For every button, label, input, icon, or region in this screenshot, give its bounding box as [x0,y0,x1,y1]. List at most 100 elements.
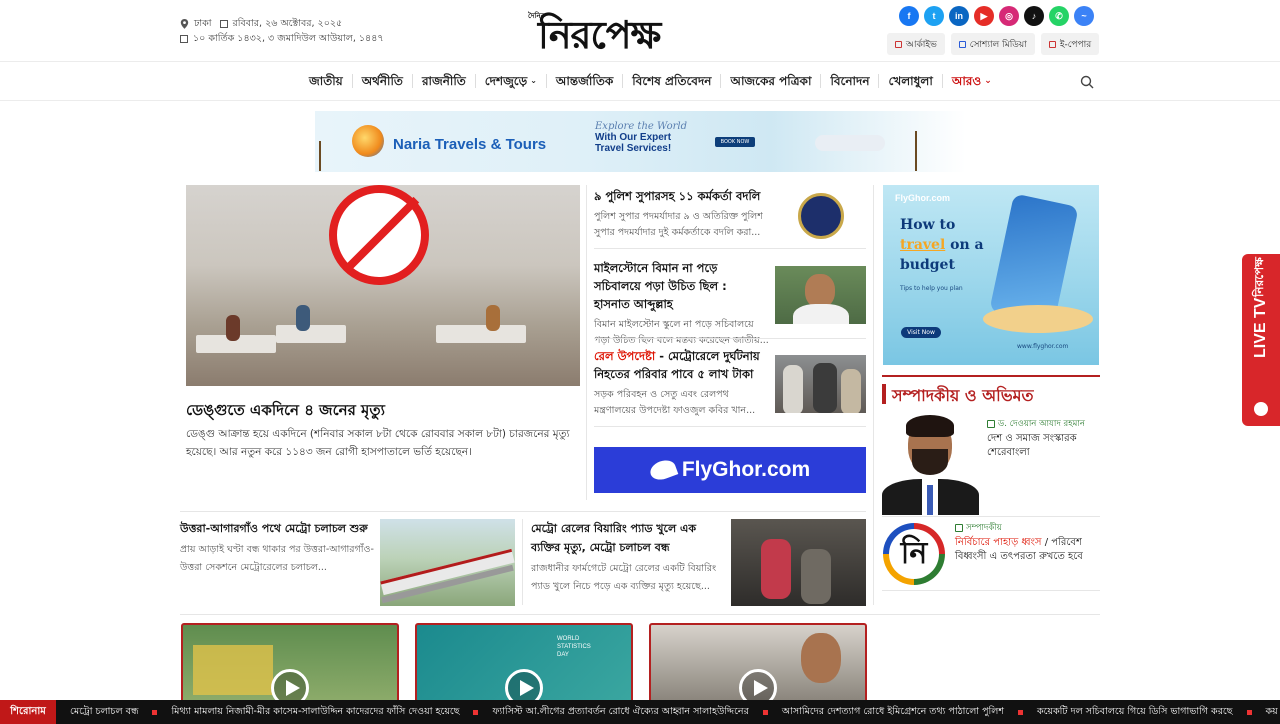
social-media-button[interactable]: সোশ্যাল মিডিয়া [950,33,1035,55]
flyghor-side-ad[interactable]: FlyGhor.com How to travel on a budget Tips… [883,185,1099,365]
archive-button[interactable]: আর্কাইভ [887,33,945,55]
play-icon[interactable] [271,669,309,701]
nav-entertainment[interactable]: বিনোদন [821,74,880,88]
date-english: রবিবার, ২৬ অক্টোবর, ২০২৫ [232,18,343,29]
news-title[interactable]: মেট্রো রেলের বিয়ারিং প্যাড খুলে এক ব্যক… [531,519,723,557]
editorial-title[interactable]: নির্বিচারে পাহাড় ধ্বংস / পরিবেশ বিধ্বংস… [955,536,1100,564]
news-thumbnail[interactable] [775,187,866,245]
lead-story-summary: ডেঙ্গু আক্রান্ত হয়ে একদিনে (শনিবার সকাল… [186,428,570,458]
person-portrait [805,274,835,308]
ad-logo: FlyGhor.com [895,193,951,203]
divider [882,516,1100,517]
youtube-icon[interactable]: ▶ [974,6,994,26]
list-item[interactable]: মাইলস্টোনে বিমান না পড়ে সচিবালয়ে পড়া … [594,259,866,349]
editorial-title[interactable]: দেশ ও সমাজ সংস্কারক শেরেবাংলা [987,432,1102,460]
travel-ad-banner[interactable]: Naria Travels & Tours Explore the World W… [315,111,966,172]
ticker-item[interactable]: মেট্রো চলাচল বন্ধ [58,705,150,720]
linkedin-icon[interactable]: in [949,6,969,26]
palm-tree-icon [915,131,939,171]
news-summary: রাজধানীর ফার্মগেটে মেট্রো রেলের একটি বিয… [531,563,717,592]
list-item[interactable]: ৯ পুলিশ সুপারসহ ১১ কর্মকর্তা বদলি পুলিশ … [594,187,866,245]
social-links: f t in ▶ ◎ ♪ ✆ ~ [899,6,1094,26]
live-tv-label: LIVE TV [1252,297,1269,358]
news-thumbnail[interactable] [775,266,866,324]
hospital-bed [276,325,346,343]
list-item[interactable]: মেট্রো রেলের বিয়ারিং প্যাড খুলে এক ব্যক… [531,519,871,606]
person [841,369,861,413]
nav-more[interactable]: আরও ⌄ [943,74,1001,88]
facebook-icon[interactable]: f [899,6,919,26]
pen-icon [987,420,995,428]
person [296,305,310,331]
column-divider [873,185,874,605]
nav-politics[interactable]: রাজনীতি [413,74,476,88]
messenger-icon[interactable]: ~ [1074,6,1094,26]
editorial-item[interactable]: ড. দেওয়ান আযাদ রহমান দেশ ও সমাজ সংস্কার… [987,418,1102,460]
tiktok-icon[interactable]: ♪ [1024,6,1044,26]
news-summary: বিমান মাইলস্টোন স্কুলে না পড়ে সচিবালয়ে… [594,319,769,346]
author-name: সম্পাদকীয় [966,523,1002,533]
person [226,315,240,341]
ticker-item[interactable]: ফ্যাসিস্ট আ.লীগের প্রত্যাবর্তন রোধে ঐক্য… [480,705,760,720]
news-thumbnail[interactable] [775,355,866,413]
video-thumbnail: WORLD STATISTICS DAY [557,636,591,658]
nav-today-paper[interactable]: আজকের পত্রিকা [721,74,822,88]
island-illustration [983,305,1093,333]
editorial-section-header: সম্পাদকীয় ও অভিমত [882,375,1100,407]
nav-national[interactable]: জাতীয় [300,74,353,88]
editorial-logo[interactable]: নি [883,523,945,585]
ticker-item[interactable]: আসামিদের দেশত্যাগ রোধে ইমিগ্রেশনে তথ্য প… [770,705,1016,720]
site-header: ঢাকা রবিবার, ২৬ অক্টোবর, ২০২৫ ১০ কার্তিক … [0,0,1280,62]
nav-sports[interactable]: খেলাধুলা [879,74,943,88]
record-dot-icon [1254,402,1268,416]
airplane-icon [815,135,885,151]
live-tv-button[interactable]: নিরপেক্ষ LIVE TV [1242,254,1280,426]
ticker-item[interactable]: কয় [1254,705,1280,720]
separator-icon [1246,709,1252,715]
author-photo[interactable] [882,415,979,515]
chevron-down-icon: ⌄ [530,76,537,85]
section-title[interactable]: সম্পাদকীয় ও অভিমত [892,383,1034,410]
twitter-icon[interactable]: t [924,6,944,26]
news-title[interactable]: মাইলস্টোনে বিমান না পড়ে সচিবালয়ে পড়া … [594,259,764,313]
person-portrait [793,304,849,324]
play-icon[interactable] [739,669,777,701]
video-card[interactable]: WORLD STATISTICS DAY [415,623,633,703]
news-title[interactable]: উত্তরা-আগারগাঁও পথে মেট্রো চলাচল শুরু [180,519,372,538]
news-thumbnail[interactable] [731,519,866,606]
instagram-icon[interactable]: ◎ [999,6,1019,26]
news-summary: প্রায় আড়াই ঘণ্টা বন্ধ থাকার পর উত্তরা-… [180,544,374,573]
play-icon[interactable] [505,669,543,701]
list-item[interactable]: উত্তরা-আগারগাঁও পথে মেট্রো চলাচল শুরু প্… [180,519,520,606]
video-card[interactable] [181,623,399,703]
ad-headline: How to travel on a budget [900,217,984,273]
whatsapp-icon[interactable]: ✆ [1049,6,1069,26]
ticker-item[interactable]: কয়েকটি দল সচিবালয়ে গিয়ে ডিসি ভাগাভাগি… [1025,705,1245,720]
news-thumbnail[interactable] [380,519,515,606]
divider [594,248,866,249]
lead-story-title[interactable]: ডেঙ্গুতে একদিনে ৪ জনের মৃত্যু [186,399,385,424]
calendar-icon [180,34,188,43]
video-card[interactable] [649,623,867,703]
nav-economy[interactable]: অর্থনীতি [353,74,413,88]
person [813,363,837,413]
section-accent-bar [882,384,886,404]
site-logo[interactable]: দৈনিক নিরপেক্ষ [528,6,738,57]
lead-story-image[interactable] [186,185,580,386]
list-item[interactable]: রেল উপদেষ্টা - মেট্রোরেলে দুর্ঘটনায় নিহ… [594,347,866,419]
ad-subtext: Tips to help you plan [900,285,963,292]
nav-country[interactable]: দেশজুড়ে ⌄ [476,74,547,88]
nav-international[interactable]: আন্তর্জাতিক [547,74,624,88]
video-thumbnail [801,633,841,683]
nav-special-report[interactable]: বিশেষ প্রতিবেদন [623,74,722,88]
epaper-button[interactable]: ই-পেপার [1040,33,1100,55]
ticker-item[interactable]: মিথ্যা মামলায় নিজামী-মীর কাসেম-সালাউদ্দ… [159,705,471,720]
news-title[interactable]: রেল উপদেষ্টা - মেট্রোরেলে দুর্ঘটনায় নিহ… [594,347,764,383]
logo-text: নিরপেক্ষ [538,12,661,57]
divider [180,614,1100,615]
date-block: ঢাকা রবিবার, ২৬ অক্টোবর, ২০২৫ ১০ কার্তিক … [180,16,384,46]
flyghor-banner-ad[interactable]: FlyGhor.com [594,447,866,493]
search-icon[interactable] [1080,74,1094,89]
news-title[interactable]: ৯ পুলিশ সুপারসহ ১১ কর্মকর্তা বদলি [594,187,764,205]
editorial-item[interactable]: সম্পাদকীয় নির্বিচারে পাহাড় ধ্বংস / পরি… [955,522,1100,564]
